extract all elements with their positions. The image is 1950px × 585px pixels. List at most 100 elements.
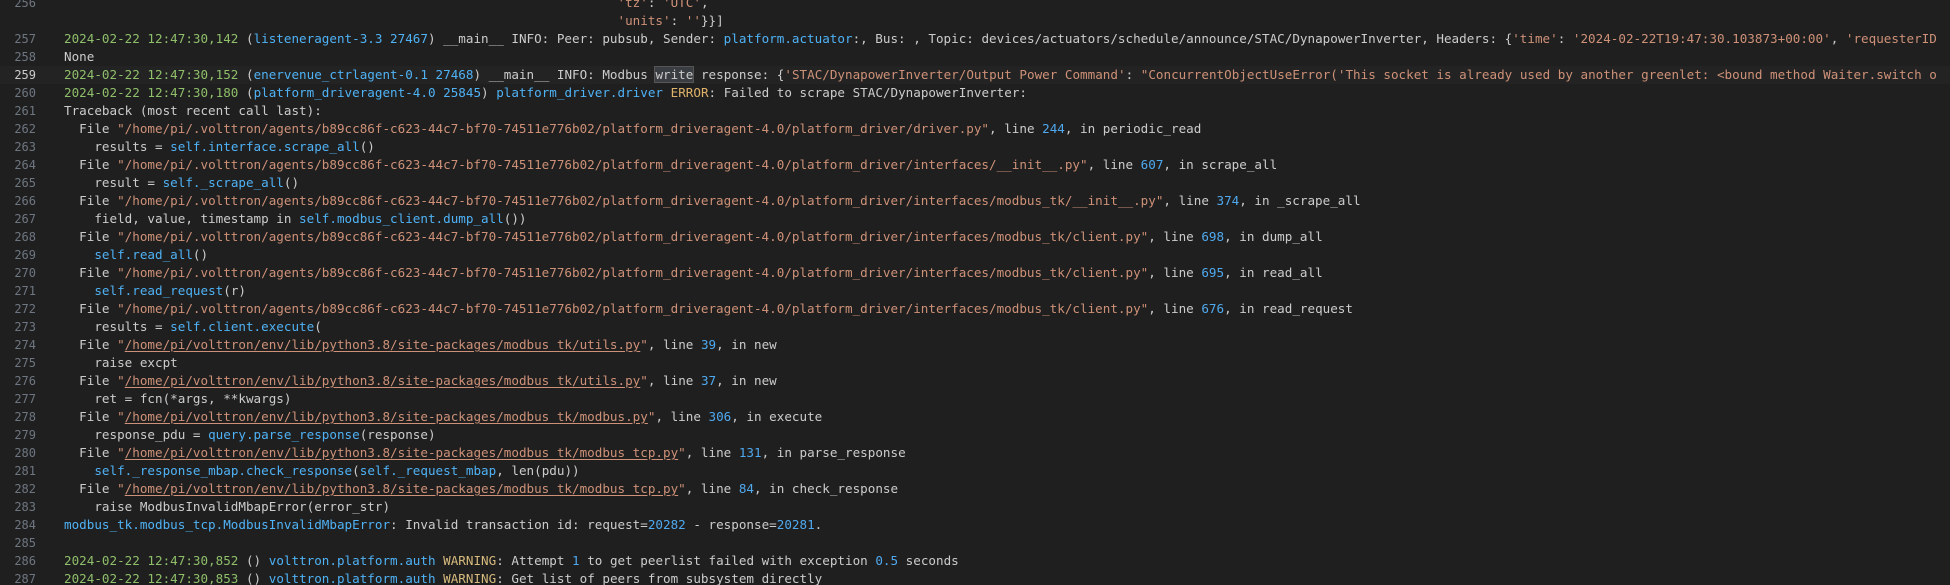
token-plain: ( xyxy=(238,31,254,46)
code-line[interactable]: 261 Traceback (most recent call last): xyxy=(0,102,1950,120)
code-line[interactable]: 266 File "/home/pi/.volttron/agents/b89c… xyxy=(0,192,1950,210)
token-plain: , in new xyxy=(716,373,777,388)
code-line[interactable]: 281 self._response_mbap.check_response(s… xyxy=(0,462,1950,480)
token-plain: , line xyxy=(685,445,739,460)
token-link[interactable]: /home/pi/volttron/env/lib/python3.8/site… xyxy=(125,373,641,388)
line-number: 286 xyxy=(14,554,36,568)
token-plain: : xyxy=(1125,67,1141,82)
token-plain: ( xyxy=(352,463,360,478)
code-line[interactable]: 272 File "/home/pi/.volttron/agents/b89c… xyxy=(0,300,1950,318)
token-plain: , in new xyxy=(716,337,777,352)
code-line[interactable]: 273 results = self.client.execute( xyxy=(0,318,1950,336)
code-line[interactable]: 270 File "/home/pi/.volttron/agents/b89c… xyxy=(0,264,1950,282)
code-line[interactable]: 287 2024-02-22 12:47:30,853 () volttron.p… xyxy=(0,570,1950,585)
token-plain: seconds xyxy=(898,553,959,568)
token-plain: File xyxy=(64,409,118,424)
token-mod: platform_driver.driver xyxy=(496,85,664,100)
code-line[interactable]: 276 File "/home/pi/volttron/env/lib/pyth… xyxy=(0,372,1950,390)
token-err: ERROR xyxy=(670,85,709,100)
code-line[interactable]: 257 2024-02-22 12:47:30,142 (listeneragen… xyxy=(0,30,1950,48)
token-plain: , line xyxy=(647,373,701,388)
token-plain: , line xyxy=(989,121,1043,136)
token-plain: : xyxy=(1557,31,1573,46)
code-line[interactable]: 279 response_pdu = query.parse_response(… xyxy=(0,426,1950,444)
code-line[interactable]: 259 2024-02-22 12:47:30,152 (enervenue_ct… xyxy=(0,66,1950,84)
code-line[interactable]: 267 field, value, timestamp in self.modb… xyxy=(0,210,1950,228)
code-line[interactable]: 262 File "/home/pi/.volttron/agents/b89c… xyxy=(0,120,1950,138)
token-plain: () xyxy=(238,571,269,585)
code-line[interactable]: 265 result = self._scrape_all() xyxy=(0,174,1950,192)
token-mod: query.parse_response xyxy=(208,427,360,442)
token-date: 2024-02-22 12:47:30,180 xyxy=(64,85,239,100)
token-path: "/home/pi/.volttron/agents/b89cc86f-c623… xyxy=(117,193,1164,208)
token-plain: File xyxy=(64,301,118,316)
code-line[interactable]: 269 self.read_all() xyxy=(0,246,1950,264)
token-plain: : Invalid transaction id: request= xyxy=(390,517,648,532)
code-text: result = self._scrape_all() xyxy=(64,174,1938,192)
token-plain: , in read_request xyxy=(1224,301,1353,316)
code-text: File "/home/pi/.volttron/agents/b89cc86f… xyxy=(64,228,1938,246)
token-plain: : Get list of peers from subsystem direc… xyxy=(496,571,823,585)
line-number: 257 xyxy=(14,32,36,46)
code-line[interactable]: 280 File "/home/pi/volttron/env/lib/pyth… xyxy=(0,444,1950,462)
token-mod: self.modbus_client.dump_all xyxy=(299,211,504,226)
code-line[interactable]: 258 None xyxy=(0,48,1950,66)
code-text: raise excpt xyxy=(64,354,1938,372)
token-mod: self.interface.scrape_all xyxy=(170,139,360,154)
code-line[interactable]: 283 raise ModbusInvalidMbapError(error_s… xyxy=(0,498,1950,516)
token-plain: , line xyxy=(685,481,739,496)
token-num: 20281 xyxy=(776,517,815,532)
token-plain: File xyxy=(64,229,118,244)
token-num: 37 xyxy=(700,373,717,388)
token-str: 'tz' xyxy=(617,0,648,10)
code-line[interactable]: 'units': ''}}] xyxy=(0,12,1950,30)
code-line[interactable]: 282 File "/home/pi/volttron/env/lib/pyth… xyxy=(0,480,1950,498)
code-line[interactable]: 264 File "/home/pi/.volttron/agents/b89c… xyxy=(0,156,1950,174)
code-line[interactable]: 256 'tz': 'UTC', xyxy=(0,0,1950,12)
code-text: File "/home/pi/volttron/env/lib/python3.… xyxy=(64,444,1938,462)
code-line[interactable]: 285 xyxy=(0,534,1950,552)
code-text: File "/home/pi/volttron/env/lib/python3.… xyxy=(64,372,1938,390)
token-plain: ( xyxy=(238,67,254,82)
token-plain: result = xyxy=(64,175,163,190)
token-date: 2024-02-22 12:47:30,853 xyxy=(64,571,239,585)
token-str: '2024-02-22T19:47:30.103873+00:00' xyxy=(1572,31,1831,46)
token-num: 131 xyxy=(738,445,762,460)
code-line[interactable]: 286 2024-02-22 12:47:30,852 () volttron.p… xyxy=(0,552,1950,570)
token-num: 39 xyxy=(700,337,717,352)
token-plain: response: { xyxy=(693,67,785,82)
token-str: 'requesterID' xyxy=(1845,31,1938,46)
code-line[interactable]: 268 File "/home/pi/.volttron/agents/b89c… xyxy=(0,228,1950,246)
line-number: 262 xyxy=(14,122,36,136)
code-line[interactable]: 271 self.read_request(r) xyxy=(0,282,1950,300)
log-editor[interactable]: 256 'tz': 'UTC', 'units': ''}}] 257 2024-0… xyxy=(0,0,1950,585)
code-text: modbus_tk.modbus_tcp.ModbusInvalidMbapEr… xyxy=(64,516,1938,534)
token-mod: enervenue_ctrlagent-0.1 27468 xyxy=(253,67,474,82)
code-text: File "/home/pi/.volttron/agents/b89cc86f… xyxy=(64,156,1938,174)
token-link[interactable]: /home/pi/volttron/env/lib/python3.8/site… xyxy=(125,481,679,496)
token-link[interactable]: /home/pi/volttron/env/lib/python3.8/site… xyxy=(125,337,641,352)
code-line[interactable]: 277 ret = fcn(*args, **kwargs) xyxy=(0,390,1950,408)
code-line[interactable]: 260 2024-02-22 12:47:30,180 (platform_dri… xyxy=(0,84,1950,102)
token-plain: :, Bus: , Topic: devices/actuators/sched… xyxy=(852,31,1513,46)
token-link[interactable]: /home/pi/volttron/env/lib/python3.8/site… xyxy=(125,445,679,460)
code-line[interactable]: 274 File "/home/pi/volttron/env/lib/pyth… xyxy=(0,336,1950,354)
token-plain: () xyxy=(192,247,209,262)
token-date: 2024-02-22 12:47:30,142 xyxy=(64,31,239,46)
code-text: self._response_mbap.check_response(self.… xyxy=(64,462,1938,480)
token-plain: ret = fcn(*args, **kwargs) xyxy=(64,391,292,406)
token-path: " xyxy=(117,409,125,424)
code-text: 2024-02-22 12:47:30,853 () volttron.plat… xyxy=(64,570,1938,585)
token-link[interactable]: /home/pi/volttron/env/lib/python3.8/site… xyxy=(125,409,648,424)
token-plain: , in periodic_read xyxy=(1064,121,1202,136)
line-number: 281 xyxy=(14,464,36,478)
code-line[interactable]: 275 raise excpt xyxy=(0,354,1950,372)
code-line[interactable]: 263 results = self.interface.scrape_all(… xyxy=(0,138,1950,156)
code-line[interactable]: 278 File "/home/pi/volttron/env/lib/pyth… xyxy=(0,408,1950,426)
code-line[interactable]: 284 modbus_tk.modbus_tcp.ModbusInvalidMba… xyxy=(0,516,1950,534)
line-number: 261 xyxy=(14,104,36,118)
